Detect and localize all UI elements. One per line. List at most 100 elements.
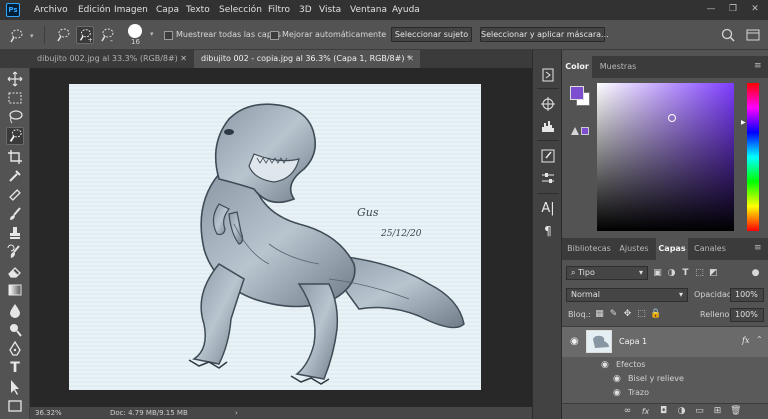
link-layers-icon[interactable]: ∞ [622,406,633,417]
tab-canales[interactable]: Canales [692,238,728,260]
layer-row-capa-1[interactable]: ◉ Capa 1 fx ⌃ [562,327,768,357]
tab-color[interactable]: Color [562,56,592,78]
chevron-down-icon[interactable]: ▾ [150,30,154,38]
dodge-tool-icon[interactable] [6,321,24,339]
select-and-mask-button[interactable]: Seleccionar y aplicar máscara... [480,27,609,42]
effect-bevel-emboss[interactable]: Bisel y relieve [628,373,684,385]
add-to-selection-icon[interactable]: + [76,26,94,44]
lock-all-icon[interactable]: 🔒 [650,309,661,320]
document-canvas[interactable]: Gus 25/12/20 [69,84,481,390]
history-panel-icon[interactable] [539,66,557,84]
select-subject-button[interactable]: Seleccionar sujeto [391,27,472,42]
close-tab-icon[interactable]: ✕ [407,50,414,68]
lock-transparent-pixels-icon[interactable]: ▦ [594,309,605,320]
gradient-tool-icon[interactable] [6,281,24,299]
out-of-gamut-warning-icon[interactable] [570,126,580,136]
close-icon[interactable]: ✕ [750,4,760,14]
lock-image-pixels-icon[interactable]: ✎ [608,309,619,320]
effect-stroke[interactable]: Trazo [628,387,649,399]
eyedropper-tool-icon[interactable] [6,167,24,185]
brush-tool-icon[interactable] [6,205,24,223]
tab-bibliotecas[interactable]: Bibliotecas [564,238,614,260]
blend-mode-select[interactable]: Normal ▾ [566,288,688,302]
layer-filter-select[interactable]: ⌕ Tipo ▾ [566,266,648,280]
clone-stamp-tool-icon[interactable] [6,224,24,242]
eraser-tool-icon[interactable] [6,262,24,280]
filter-toggle-icon[interactable]: ● [750,268,761,279]
filter-smart-object-icon[interactable]: ◩ [708,268,719,279]
menu-archivo[interactable]: Archivo [34,4,68,16]
brushes-panel-icon[interactable] [539,147,557,165]
path-selection-tool-icon[interactable] [6,378,24,396]
color-saturation-field[interactable] [597,83,734,231]
menu-seleccion[interactable]: Selección [219,4,262,16]
menu-ventana[interactable]: Ventana [350,4,387,16]
filter-pixel-icon[interactable]: ▣ [652,268,663,279]
delete-layer-icon[interactable]: 🗑 [730,406,741,417]
new-selection-icon[interactable] [54,26,72,44]
pen-tool-icon[interactable] [6,340,24,358]
panel-menu-icon[interactable]: ≡ [754,61,762,71]
layer-fx-badge[interactable]: fx [742,335,749,347]
quick-selection-tool-icon[interactable] [6,127,24,145]
lock-artboard-icon[interactable]: ⬚ [636,309,647,320]
eye-icon[interactable]: ◉ [601,360,609,370]
tab-ajustes[interactable]: Ajustes [617,238,651,260]
foreground-color-swatch[interactable] [570,86,584,100]
crop-tool-icon[interactable] [6,148,24,166]
new-adjustment-layer-icon[interactable]: ◑ [676,406,687,417]
menu-imagen[interactable]: Imagen [114,4,148,16]
menu-ayuda[interactable]: Ayuda [392,4,420,16]
chevron-down-icon[interactable]: ▾ [30,32,34,40]
lasso-tool-icon[interactable] [6,108,24,126]
histogram-panel-icon[interactable] [539,117,557,135]
add-layer-style-icon[interactable]: fx [640,406,651,417]
add-mask-icon[interactable]: ◘ [658,406,669,417]
web-safe-color-swatch[interactable] [581,127,589,135]
filter-type-icon[interactable]: T [680,268,691,279]
color-picker-cursor[interactable] [668,114,676,122]
quick-selection-preset-icon[interactable] [8,26,26,44]
tab-dibujito-002-copia[interactable]: dibujito 002 - copia.jpg al 36.3% (Capa … [194,50,420,68]
fill-input[interactable]: 100% [730,308,764,322]
hue-slider-handle-icon[interactable]: ▶ [741,119,746,126]
filter-adjustment-icon[interactable]: ◑ [666,268,677,279]
chevron-right-icon[interactable]: › [235,408,238,418]
search-icon[interactable] [720,27,736,43]
menu-vista[interactable]: Vista [319,4,341,16]
menu-texto[interactable]: Texto [186,4,210,16]
close-tab-icon[interactable]: ✕ [180,50,187,68]
subtract-from-selection-icon[interactable]: - [98,26,116,45]
auto-enhance-checkbox[interactable] [270,31,279,40]
eye-icon[interactable]: ◉ [613,388,621,398]
eye-icon[interactable]: ◉ [613,374,621,384]
filter-shape-icon[interactable]: ⬚ [694,268,705,279]
hue-slider[interactable] [747,83,759,231]
move-tool-icon[interactable] [6,70,24,88]
minimize-icon[interactable]: — [706,4,716,14]
tab-capas[interactable]: Capas [656,238,688,260]
tab-dibujito-002[interactable]: dibujito 002.jpg al 33.3% (RGB/8#) ✕ [30,50,193,68]
opacity-input[interactable]: 100% [730,288,764,302]
workspace-icon[interactable] [745,27,761,43]
rectangle-tool-icon[interactable] [6,397,24,415]
eye-icon[interactable]: ◉ [570,336,579,347]
adjustments-panel-icon[interactable] [539,169,557,187]
maximize-icon[interactable]: ❐ [728,4,738,14]
sample-all-layers-checkbox[interactable] [164,31,173,40]
new-layer-icon[interactable]: ⊞ [712,406,723,417]
menu-3d[interactable]: 3D [299,4,312,16]
navigator-panel-icon[interactable] [539,95,557,113]
menu-filtro[interactable]: Filtro [268,4,290,16]
menu-capa[interactable]: Capa [156,4,179,16]
zoom-level[interactable]: 36.32% [35,408,62,418]
healing-brush-tool-icon[interactable] [6,186,24,204]
marquee-tool-icon[interactable] [6,89,24,107]
chevron-up-icon[interactable]: ⌃ [756,335,763,344]
lock-position-icon[interactable]: ✥ [622,309,633,320]
menu-edicion[interactable]: Edición [78,4,111,16]
new-group-icon[interactable]: ▭ [694,406,705,417]
blur-tool-icon[interactable] [6,302,24,320]
history-brush-tool-icon[interactable] [6,243,24,261]
panel-menu-icon[interactable]: ≡ [754,243,762,253]
